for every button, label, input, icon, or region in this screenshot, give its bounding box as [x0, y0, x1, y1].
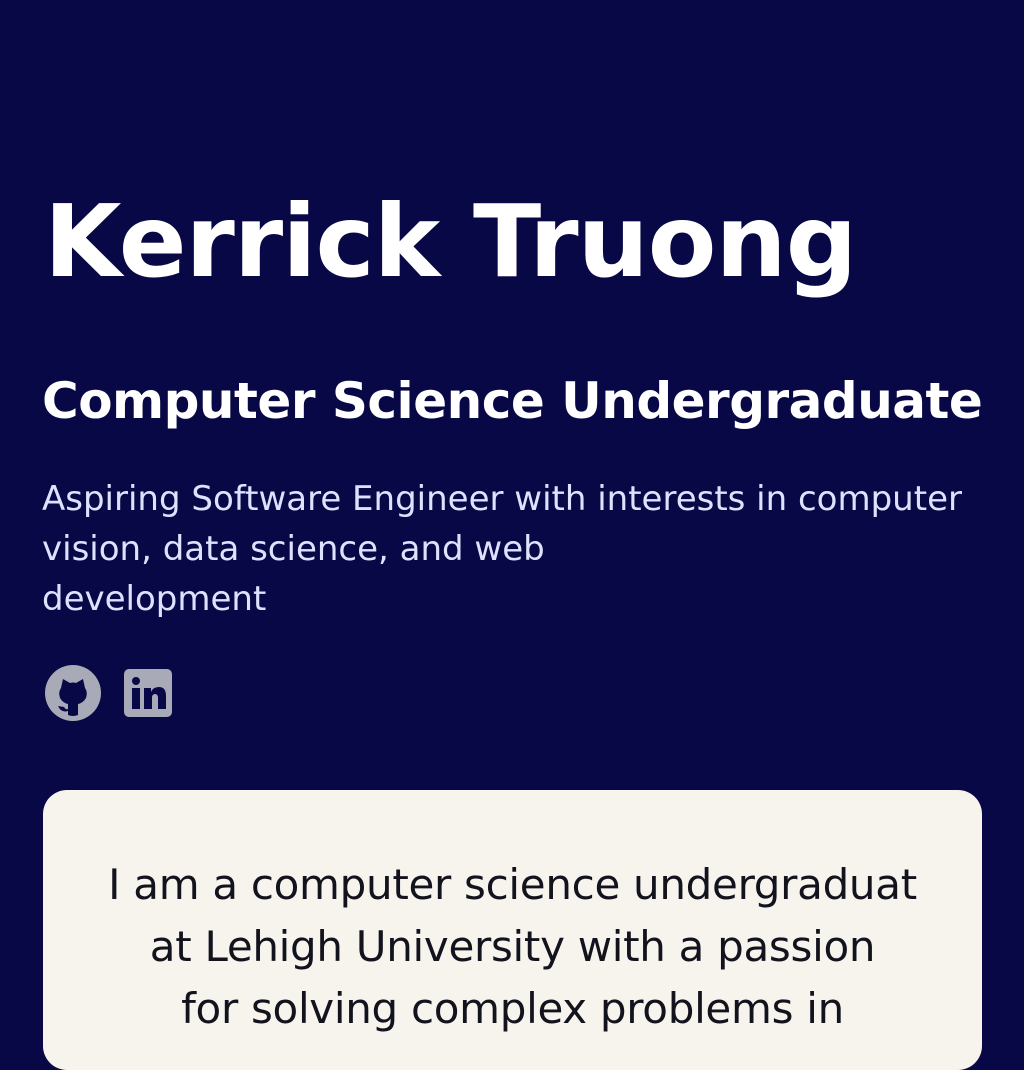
- about-card: I am a computer science undergraduat at …: [43, 790, 982, 1070]
- about-line-1: I am a computer science undergraduat: [108, 860, 917, 909]
- linkedin-icon: [124, 669, 172, 717]
- linkedin-link[interactable]: [124, 669, 172, 717]
- github-link[interactable]: [44, 664, 102, 722]
- social-links: [44, 664, 172, 722]
- tagline-line-1: Aspiring Software Engineer with interest…: [42, 479, 962, 519]
- profile-subtitle: Computer Science Undergraduate: [42, 372, 983, 430]
- profile-tagline: Aspiring Software Engineer with interest…: [42, 474, 962, 624]
- github-icon: [45, 665, 101, 721]
- page-title: Kerrick Truong: [44, 183, 857, 300]
- about-description: I am a computer science undergraduat at …: [43, 854, 982, 1040]
- tagline-line-2: vision, data science, and web: [42, 529, 545, 569]
- tagline-line-3: development: [42, 579, 267, 619]
- about-line-3: for solving complex problems in: [181, 984, 844, 1033]
- about-line-2: at Lehigh University with a passion: [149, 922, 876, 971]
